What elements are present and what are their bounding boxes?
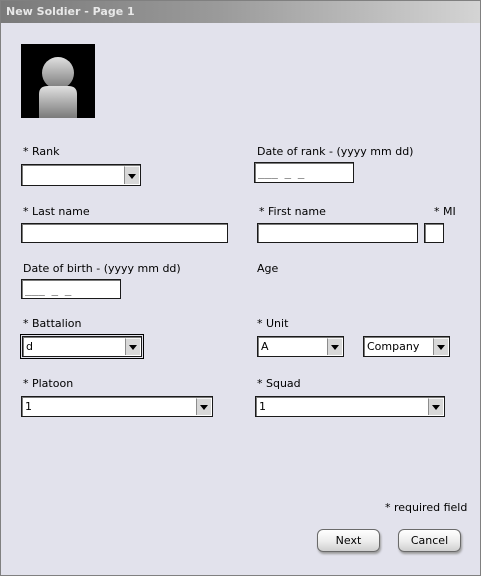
platoon-value: 1 [25, 400, 32, 413]
date-of-rank-mask: ___ _ _ [258, 166, 305, 179]
mi-field[interactable] [424, 223, 444, 243]
chevron-down-icon[interactable] [428, 398, 443, 415]
unit-value: A [261, 340, 269, 353]
first-name-field[interactable] [257, 223, 418, 243]
platoon-select[interactable]: 1 [21, 396, 213, 417]
squad-value: 1 [259, 400, 266, 413]
squad-select[interactable]: 1 [255, 396, 445, 417]
chevron-down-icon[interactable] [196, 398, 211, 415]
date-of-birth-label: Date of birth - (yyyy mm dd) [23, 262, 181, 275]
window-title: New Soldier - Page 1 [6, 5, 135, 18]
rank-label: * Rank [23, 145, 60, 158]
chevron-down-icon[interactable] [125, 338, 140, 355]
rank-select[interactable] [21, 164, 141, 186]
battalion-value: d [26, 340, 33, 353]
cancel-button[interactable]: Cancel [398, 529, 461, 552]
mi-label: * MI [434, 205, 456, 218]
last-name-label: * Last name [23, 205, 90, 218]
age-label: Age [257, 262, 279, 275]
avatar[interactable] [21, 44, 95, 118]
company-value: Company [367, 340, 420, 353]
last-name-field[interactable] [21, 223, 228, 243]
chevron-down-icon[interactable] [433, 338, 448, 355]
first-name-label: * First name [259, 205, 326, 218]
battalion-label: * Battalion [23, 317, 82, 330]
unit-select[interactable]: A [257, 336, 344, 357]
date-of-birth-mask: ___ _ _ [25, 283, 72, 296]
title-bar[interactable]: New Soldier - Page 1 [1, 1, 480, 23]
person-silhouette-icon [39, 57, 77, 118]
chevron-down-icon[interactable] [124, 166, 139, 184]
platoon-label: * Platoon [23, 377, 74, 390]
squad-label: * Squad [257, 377, 301, 390]
chevron-down-icon[interactable] [327, 338, 342, 355]
company-select[interactable]: Company [363, 336, 450, 357]
next-button[interactable]: Next [317, 529, 380, 552]
required-field-note: * required field [385, 501, 468, 514]
unit-label: * Unit [257, 317, 289, 330]
new-soldier-window: New Soldier - Page 1 * Rank Date of rank… [0, 0, 481, 576]
date-of-birth-field[interactable]: ___ _ _ [21, 279, 121, 299]
date-of-rank-label: Date of rank - (yyyy mm dd) [257, 145, 414, 158]
date-of-rank-field[interactable]: ___ _ _ [254, 162, 354, 183]
battalion-select[interactable]: d [20, 334, 144, 359]
